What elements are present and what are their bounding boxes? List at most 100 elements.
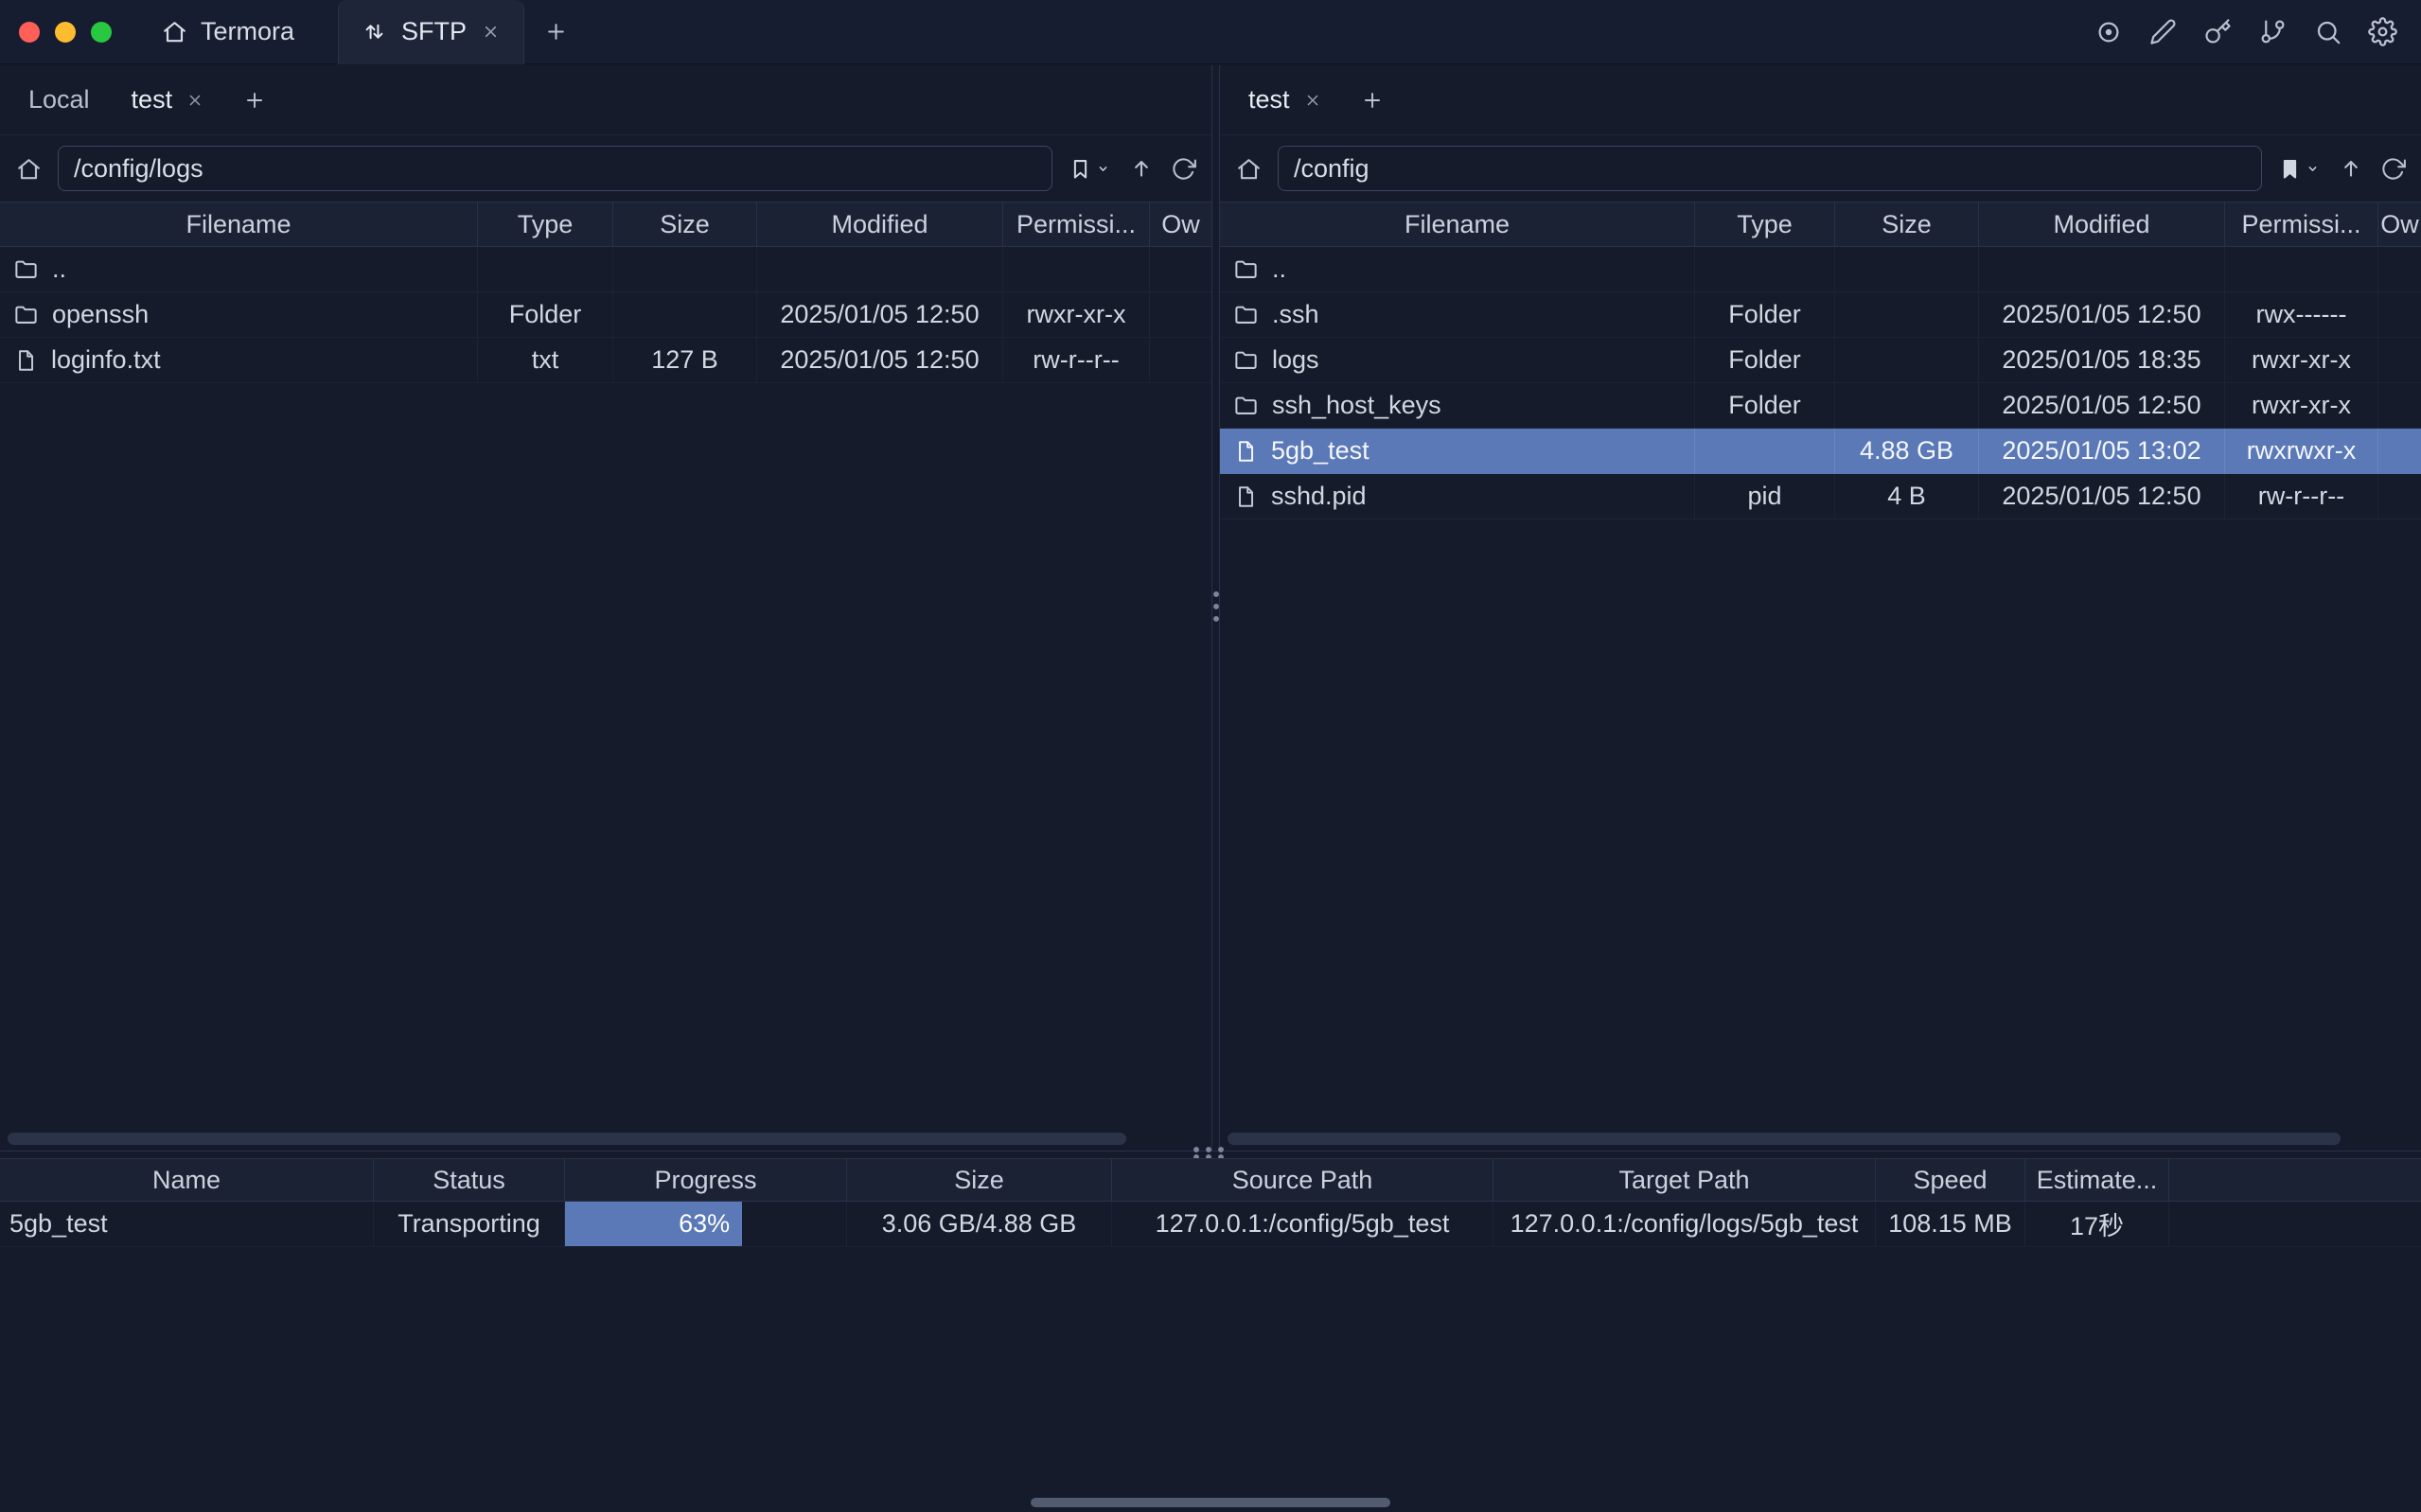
folder-icon xyxy=(1233,256,1259,282)
column-header-type[interactable]: Type xyxy=(478,202,613,246)
file-icon xyxy=(1233,484,1258,509)
file-size: 4 B xyxy=(1835,474,1979,519)
maximize-window-button[interactable] xyxy=(91,22,112,43)
branch-button[interactable] xyxy=(2258,17,2288,46)
tab-test-left[interactable]: test xyxy=(111,65,226,134)
right-path-actions xyxy=(2277,155,2406,182)
right-pane: test xyxy=(1219,65,2421,1151)
horizontal-scrollbar-thumb[interactable] xyxy=(8,1133,1126,1145)
transfer-row[interactable]: 5gb_test Transporting 63% 3.06 GB/4.88 G… xyxy=(0,1202,2421,1247)
file-row[interactable]: loginfo.txt txt 127 B 2025/01/05 12:50 r… xyxy=(0,338,1211,383)
record-button[interactable] xyxy=(2094,17,2123,46)
close-tab-icon[interactable] xyxy=(481,22,501,42)
column-header-modified[interactable]: Modified xyxy=(1979,202,2225,246)
file-permissions: rw-r--r-- xyxy=(2225,474,2378,519)
column-header-name[interactable]: Name xyxy=(0,1159,374,1201)
close-tab-icon[interactable] xyxy=(186,91,204,110)
column-header-progress[interactable]: Progress xyxy=(565,1159,847,1201)
column-header-modified[interactable]: Modified xyxy=(757,202,1003,246)
file-modified: 2025/01/05 12:50 xyxy=(1979,292,2225,337)
column-header-owner[interactable]: Ow xyxy=(1150,202,1211,246)
column-header-estimate[interactable]: Estimate... xyxy=(2025,1159,2169,1201)
branch-icon xyxy=(2259,18,2287,45)
tab-test-label: test xyxy=(1248,85,1290,114)
file-permissions: rwx------ xyxy=(2225,292,2378,337)
file-owner xyxy=(2378,338,2421,382)
left-path-input[interactable] xyxy=(58,146,1052,191)
vertical-pane-splitter[interactable] xyxy=(1212,65,1219,1151)
file-row[interactable]: sshd.pid pid 4 B 2025/01/05 12:50 rw-r--… xyxy=(1220,474,2421,519)
right-pane-tabbar: test xyxy=(1220,65,2421,135)
close-window-button[interactable] xyxy=(19,22,40,43)
right-path-input[interactable] xyxy=(1278,146,2262,191)
file-row[interactable]: .. xyxy=(1220,247,2421,292)
tab-local[interactable]: Local xyxy=(8,65,111,134)
file-row-selected[interactable]: 5gb_test 4.88 GB 2025/01/05 13:02 rwxrwx… xyxy=(1220,429,2421,474)
plus-icon xyxy=(242,88,267,113)
transfer-source-path: 127.0.0.1:/config/5gb_test xyxy=(1112,1202,1493,1246)
close-tab-icon[interactable] xyxy=(1303,91,1322,110)
column-header-filename[interactable]: Filename xyxy=(1220,202,1695,246)
file-type: Folder xyxy=(1695,383,1835,428)
left-home-button[interactable] xyxy=(15,155,43,183)
left-bookmark-button[interactable] xyxy=(1068,156,1112,182)
file-row[interactable]: .. xyxy=(0,247,1211,292)
settings-button[interactable] xyxy=(2368,17,2397,46)
tab-test-right[interactable]: test xyxy=(1228,65,1343,134)
column-header-source-path[interactable]: Source Path xyxy=(1112,1159,1493,1201)
folder-icon xyxy=(1233,393,1259,418)
progress-bar-fill: 63% xyxy=(565,1202,742,1246)
file-permissions xyxy=(2225,247,2378,291)
home-icon xyxy=(161,18,188,45)
column-header-status[interactable]: Status xyxy=(374,1159,565,1201)
search-button[interactable] xyxy=(2313,17,2342,46)
plus-icon xyxy=(543,19,569,44)
edit-button[interactable] xyxy=(2148,17,2178,46)
right-refresh-button[interactable] xyxy=(2380,156,2406,182)
file-row[interactable]: ssh_host_keys Folder 2025/01/05 12:50 rw… xyxy=(1220,383,2421,429)
file-size xyxy=(1835,338,1979,382)
horizontal-scrollbar-thumb[interactable] xyxy=(1228,1133,2341,1145)
file-name: openssh xyxy=(52,300,149,329)
column-header-target-path[interactable]: Target Path xyxy=(1493,1159,1876,1201)
file-icon xyxy=(1233,439,1258,464)
key-icon xyxy=(2204,18,2232,45)
file-owner xyxy=(2378,383,2421,428)
titlebar: Termora SFTP xyxy=(0,0,2421,64)
file-row[interactable]: openssh Folder 2025/01/05 12:50 rwxr-xr-… xyxy=(0,292,1211,338)
column-header-size[interactable]: Size xyxy=(613,202,757,246)
folder-icon xyxy=(13,302,39,327)
column-header-speed[interactable]: Speed xyxy=(1876,1159,2025,1201)
right-new-tab-button[interactable] xyxy=(1343,65,1402,134)
column-header-type[interactable]: Type xyxy=(1695,202,1835,246)
plus-icon xyxy=(1360,88,1385,113)
right-parent-dir-button[interactable] xyxy=(2338,155,2364,182)
left-refresh-button[interactable] xyxy=(1171,156,1196,182)
horizontal-panel-splitter[interactable] xyxy=(0,1151,2421,1158)
left-parent-dir-button[interactable] xyxy=(1128,155,1155,182)
right-home-button[interactable] xyxy=(1235,155,1263,183)
new-terminal-tab-button[interactable] xyxy=(524,0,588,64)
bottom-scrollbar-thumb[interactable] xyxy=(1031,1498,1390,1507)
app-home-tab[interactable]: Termora xyxy=(161,17,294,46)
left-file-table: Filename Type Size Modified Permissi... … xyxy=(0,202,1211,1151)
column-header-owner[interactable]: Ow xyxy=(2378,202,2421,246)
column-header-permissions[interactable]: Permissi... xyxy=(1003,202,1150,246)
file-size: 127 B xyxy=(613,338,757,382)
left-new-tab-button[interactable] xyxy=(225,65,284,134)
column-header-size[interactable]: Size xyxy=(847,1159,1112,1201)
right-bookmark-button[interactable] xyxy=(2277,156,2322,182)
tab-sftp-label: SFTP xyxy=(401,17,467,46)
file-row[interactable]: logs Folder 2025/01/05 18:35 rwxr-xr-x xyxy=(1220,338,2421,383)
file-type xyxy=(478,247,613,291)
file-modified: 2025/01/05 12:50 xyxy=(1979,383,2225,428)
keys-button[interactable] xyxy=(2203,17,2233,46)
tab-sftp[interactable]: SFTP xyxy=(338,0,524,64)
file-row[interactable]: .ssh Folder 2025/01/05 12:50 rwx------ xyxy=(1220,292,2421,338)
minimize-window-button[interactable] xyxy=(55,22,76,43)
column-header-size[interactable]: Size xyxy=(1835,202,1979,246)
transfer-name: 5gb_test xyxy=(0,1202,374,1246)
refresh-icon xyxy=(1171,156,1196,182)
column-header-permissions[interactable]: Permissi... xyxy=(2225,202,2378,246)
column-header-filename[interactable]: Filename xyxy=(0,202,478,246)
